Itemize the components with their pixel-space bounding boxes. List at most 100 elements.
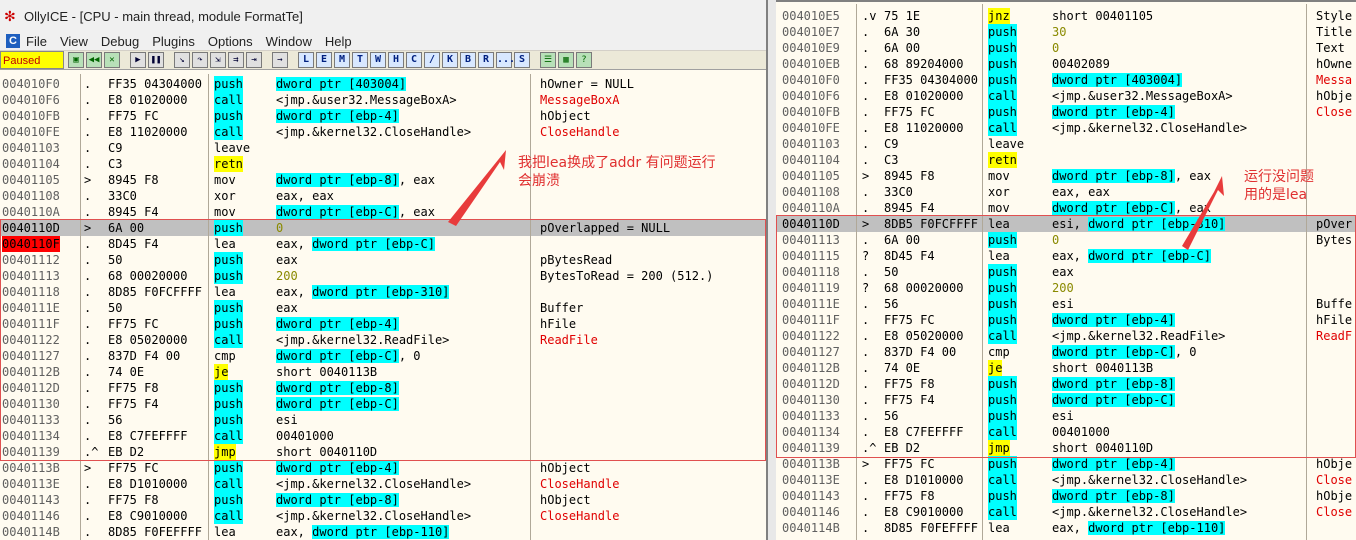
executable-modules-button[interactable]: E [316,52,332,68]
disasm-row[interactable]: 0040112D. FF75 F8 push dword ptr [ebp-8] [776,376,1356,392]
disasm-row[interactable]: 00401139 .^ EB D2 jmp short 0040110D [776,440,1356,456]
disasm-row[interactable]: 00401122. E8 05020000 call <jmp.&kernel32.R… [776,328,1356,344]
hex-cell: E8 05020000 [108,333,188,347]
disasm-row[interactable]: 0040114B. 8D85 F0FEFFFF lea eax, dword ptr … [776,520,1356,536]
disasm-row[interactable]: 004010F6. E8 01020000 call <jmp.&user32.Mes… [0,92,766,108]
grid-icon[interactable]: ▦ [558,52,574,68]
disasm-row[interactable]: 0040110D >8DB5 F0FCFFFF lea esi, dword ptr … [776,216,1356,232]
disasm-row[interactable]: 0040110A. 8945 F4 mov dword ptr [ebp-C], ea… [0,204,766,220]
jump-marker: . [84,253,92,267]
disasm-row[interactable]: 00401103. C9 leave [776,136,1356,152]
trace-into-icon[interactable]: ⇲ [210,52,226,68]
disasm-row[interactable]: 0040111E. 56 push esi Buffe [776,296,1356,312]
disasm-row[interactable]: 00401113. 6A 00 push 0 Bytes [776,232,1356,248]
disasm-row[interactable]: 0040113E. E8 D1010000 call <jmp.&kernel32.C… [776,472,1356,488]
disasm-row[interactable]: 004010FB. FF75 FC push dword ptr [ebp-4] Clo… [776,104,1356,120]
comment-cell: CloseHandle [540,477,620,491]
references-button[interactable]: R [478,52,494,68]
disasm-row[interactable]: 004010E9. 6A 00 push 0 Text [776,40,1356,56]
execute-till-return-icon[interactable]: ⇥ [246,52,262,68]
memory-map-button[interactable]: M [334,52,350,68]
disasm-row[interactable]: 00401104. C3 retn [776,152,1356,168]
close-icon[interactable]: ✕ [104,52,120,68]
pause-icon[interactable]: ❚❚ [148,52,164,68]
call-stack-button[interactable]: K [442,52,458,68]
disasm-row[interactable]: 004010F6. E8 01020000 call <jmp.&user32.Mes… [776,88,1356,104]
disasm-row[interactable]: 004010EB. 68 89204000 push 00402089 hOwne [776,56,1356,72]
disasm-row[interactable]: 004010FE. E8 11020000 call <jmp.&kernel32.C… [776,120,1356,136]
disasm-row[interactable]: 00401108. 33C0 xor eax, eax [0,188,766,204]
step-over-icon[interactable]: ↷ [192,52,208,68]
disasm-row[interactable]: 00401146. E8 C9010000 call <jmp.&kernel32.C… [776,504,1356,520]
patches-button[interactable]: / [424,52,440,68]
menu-debug[interactable]: Debug [101,34,139,49]
disasm-row[interactable]: 00401115? 8D45 F4 lea eax, dword ptr [ebp-C… [776,248,1356,264]
hex-cell: FF75 FC [108,109,159,123]
menu-view[interactable]: View [60,34,88,49]
source-button[interactable]: S [514,52,530,68]
menu-window[interactable]: Window [266,34,312,49]
disasm-row[interactable]: 00401134. E8 C7FEFFFF call 00401000 [0,428,766,444]
disasm-row[interactable]: 0040113B > FF75 FC push dword ptr [ebp-4] hOb… [776,456,1356,472]
disasm-row[interactable]: 00401130. FF75 F4 push dword ptr [ebp-C] [776,392,1356,408]
step-into-icon[interactable]: ↘ [174,52,190,68]
disasm-row[interactable]: 0040112B. 74 0E je short 0040113B [0,364,766,380]
disasm-row[interactable]: 0040111F. FF75 FC push dword ptr [ebp-4] hFi… [0,316,766,332]
disasm-row[interactable]: 0040114B. 8D85 F0FEFFFF lea eax, dword ptr … [0,524,766,540]
disasm-row[interactable]: 00401139 .^ EB D2 jmp short 0040110D [0,444,766,460]
address-cell: 00401113 [782,233,840,247]
disasm-row[interactable]: 00401122. E8 05020000 call <jmp.&kernel32.R… [0,332,766,348]
disasm-row[interactable]: 0040111F. FF75 FC push dword ptr [ebp-4] hFi… [776,312,1356,328]
disasm-row[interactable]: 00401130. FF75 F4 push dword ptr [ebp-C] [0,396,766,412]
cpu-window-icon[interactable]: C [6,34,20,48]
help-icon[interactable]: ? [576,52,592,68]
disasm-row[interactable]: 00401112. 50 push eax pBytesRead [0,252,766,268]
disasm-row[interactable]: 004010F0. FF35 04304000 push dword ptr [403… [0,76,766,92]
disasm-row[interactable]: 00401127. 837D F4 00 cmp dword ptr [ebp-C],… [776,344,1356,360]
breakpoints-button[interactable]: B [460,52,476,68]
disasm-row[interactable]: 00401118. 8D85 F0FCFFFF lea eax, dword ptr … [0,284,766,300]
disasm-row[interactable]: 00401113. 68 00020000 push 200 BytesToRead =… [0,268,766,284]
disasm-row[interactable]: 00401143. FF75 F8 push dword ptr [ebp-8] hOb… [776,488,1356,504]
address-cell: 0040111E [782,297,840,311]
disasm-row[interactable]: 0040110F. 8D45 F4 lea eax, dword ptr [ebp-C… [0,236,766,252]
disasm-row[interactable]: 0040112B. 74 0E je short 0040113B [776,360,1356,376]
menu-file[interactable]: File [26,34,47,49]
run-trace-button[interactable]: ... [496,52,515,68]
menu-help[interactable]: Help [325,34,352,49]
threads-button[interactable]: T [352,52,368,68]
disasm-row[interactable]: 00401143. FF75 F8 push dword ptr [ebp-8] hOb… [0,492,766,508]
handles-button[interactable]: H [388,52,404,68]
disasm-row[interactable]: 004010E5 .v 75 1E jnz short 00401105 Style [776,8,1356,24]
disasm-row[interactable]: 004010FE. E8 11020000 call <jmp.&kernel32.C… [0,124,766,140]
disasm-row[interactable]: 00401134. E8 C7FEFFFF call 00401000 [776,424,1356,440]
jump-marker: ? [862,281,870,295]
menu-options[interactable]: Options [208,34,253,49]
disasm-row[interactable]: 00401119? 68 00020000 push 200 [776,280,1356,296]
disasm-row[interactable]: 00401146. E8 C9010000 call <jmp.&kernel32.C… [0,508,766,524]
disasm-row[interactable]: 00401133. 56 push esi [776,408,1356,424]
disasm-row[interactable]: 00401118. 50 push eax [776,264,1356,280]
disasm-row[interactable]: 00401133. 56 push esi [0,412,766,428]
trace-over-icon[interactable]: ⇉ [228,52,244,68]
disasm-row[interactable]: 004010FB. FF75 FC push dword ptr [ebp-4] hOb… [0,108,766,124]
disasm-row[interactable]: 0040113B > FF75 FC push dword ptr [ebp-4] hOb… [0,460,766,476]
disasm-row[interactable]: 004010F0. FF35 04304000 push dword ptr [403… [776,72,1356,88]
disasm-row[interactable]: 0040111E. 50 push eax Buffer [0,300,766,316]
log-window-button[interactable]: L [298,52,314,68]
disasm-row[interactable]: 0040113E. E8 D1010000 call <jmp.&kernel32.C… [0,476,766,492]
disasm-row[interactable]: 004010E7. 6A 30 push 30 Title [776,24,1356,40]
disasm-row[interactable]: 0040112D. FF75 F8 push dword ptr [ebp-8] [0,380,766,396]
menu-plugins[interactable]: Plugins [152,34,195,49]
disasm-row[interactable]: 0040110D >6A 00 push 0 pOverlapped = NULL [0,220,766,236]
run-icon[interactable]: ▶ [130,52,146,68]
operand-cell: short 0040113B [1052,361,1154,375]
jump-marker: . [84,397,92,411]
disasm-row[interactable]: 00401127. 837D F4 00 cmp dword ptr [ebp-C],… [0,348,766,364]
cpu-button[interactable]: C [406,52,422,68]
rewind-icon[interactable]: ◀◀ [86,52,102,68]
windows-button[interactable]: W [370,52,386,68]
goto-icon[interactable]: → [272,52,288,68]
open-icon[interactable]: ▣ [68,52,84,68]
list-icon[interactable]: ☰ [540,52,556,68]
